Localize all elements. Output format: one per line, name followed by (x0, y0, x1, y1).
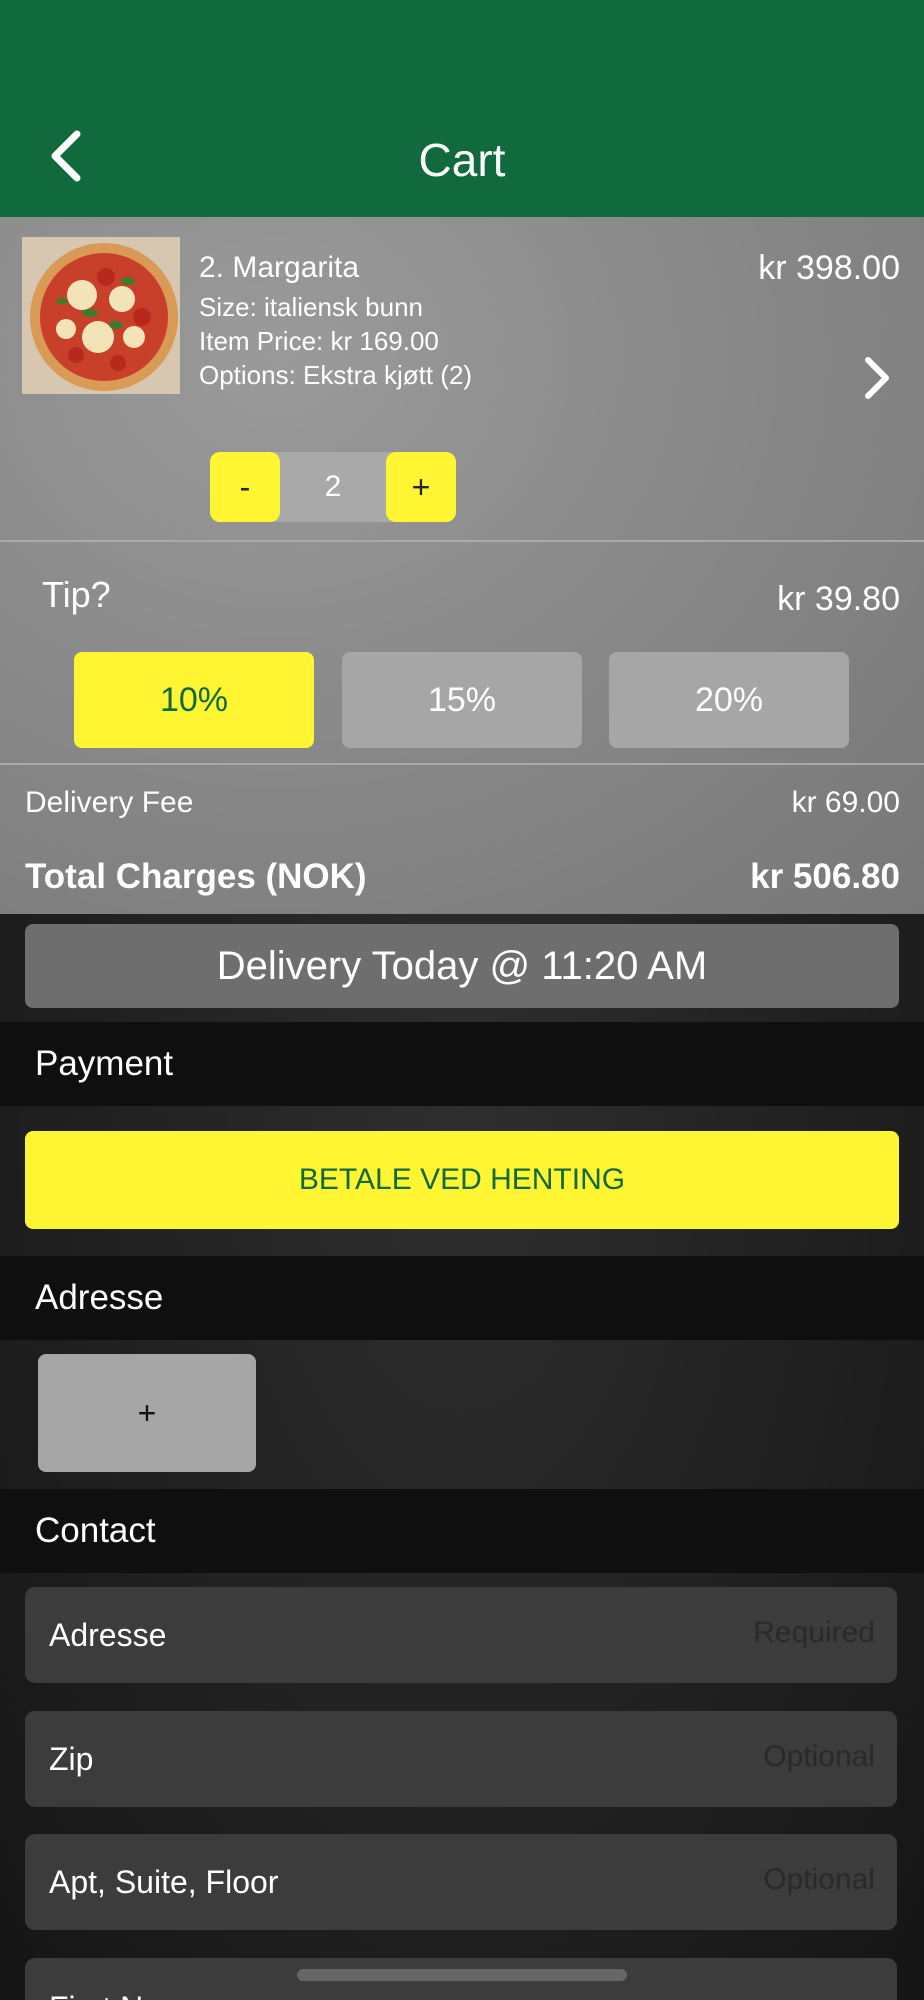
pizza-image (22, 237, 180, 394)
tip-option-10[interactable]: 10% (74, 652, 314, 748)
delivery-time-button[interactable]: Delivery Today @ 11:20 AM (25, 924, 899, 1008)
section-title: Contact (35, 1511, 156, 1550)
field-label: Adresse (49, 1617, 167, 1653)
field-placeholder: Optional (763, 1863, 875, 1896)
payment-method-button[interactable]: BETALE VED HENTING (25, 1131, 899, 1229)
item-detail-button[interactable] (862, 356, 892, 400)
divider (0, 763, 924, 765)
page-title: Cart (418, 134, 506, 186)
tip-option-20[interactable]: 20% (609, 652, 849, 748)
field-placeholder: Optional (763, 1740, 875, 1773)
chevron-right-icon (865, 357, 889, 399)
tip-label: Tip? (42, 574, 111, 615)
item-options: Options: Ekstra kjøtt (2) (199, 360, 473, 390)
increase-quantity-button[interactable]: + (386, 452, 456, 522)
tip-option-15[interactable]: 15% (342, 652, 582, 748)
address-section-header: Adresse (0, 1256, 924, 1340)
field-placeholder: ... (850, 1984, 875, 2000)
section-title: Adresse (35, 1278, 164, 1317)
apt-suite-floor-field[interactable]: Apt, Suite, Floor Optional (25, 1834, 897, 1930)
delivery-fee-label: Delivery Fee (25, 786, 194, 819)
zip-field[interactable]: Zip Optional (25, 1711, 897, 1807)
payment-section-header: Payment (0, 1022, 924, 1106)
delivery-fee-value: kr 69.00 (791, 786, 900, 819)
tip-amount: kr 39.80 (777, 580, 900, 618)
field-label: Apt, Suite, Floor (49, 1864, 279, 1900)
item-unit-price: Item Price: kr 169.00 (199, 326, 439, 356)
field-label: Zip (49, 1741, 94, 1777)
contact-section-header: Contact (0, 1489, 924, 1573)
total-charges-value: kr 506.80 (750, 857, 900, 896)
field-label: First N (49, 1986, 143, 2000)
quantity-stepper: - 2 + (210, 452, 456, 522)
field-placeholder: Required (753, 1616, 875, 1649)
item-total-price: kr 398.00 (758, 249, 900, 287)
decrease-quantity-button[interactable]: - (210, 452, 280, 522)
section-title: Payment (35, 1044, 174, 1083)
app-header: Cart (0, 0, 924, 217)
item-size: Size: italiensk bunn (199, 292, 424, 322)
quantity-value: 2 (324, 470, 342, 503)
home-indicator (297, 1969, 627, 1981)
item-name: 2. Margarita (199, 251, 360, 284)
total-charges-label: Total Charges (NOK) (25, 857, 367, 896)
address-field[interactable]: Adresse Required (25, 1587, 897, 1683)
add-address-button[interactable]: + (38, 1354, 256, 1472)
divider (0, 540, 924, 542)
